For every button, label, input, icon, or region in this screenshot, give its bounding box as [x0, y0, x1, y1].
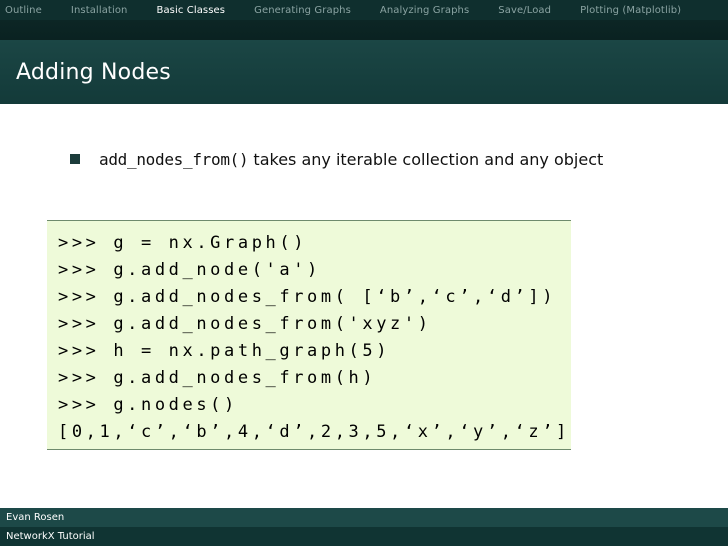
nav-item-save-load[interactable]: Save/Load	[498, 5, 551, 16]
bullet-item: add_nodes_from() takes any iterable coll…	[70, 147, 630, 173]
page-title: Adding Nodes	[16, 59, 171, 85]
nav-item-generating-graphs[interactable]: Generating Graphs	[254, 5, 351, 16]
nav-item-outline[interactable]: Outline	[5, 5, 42, 16]
code-line: >>> g.add_node('a')	[58, 260, 321, 280]
footer-short-title: NetworkX Tutorial	[6, 531, 95, 542]
code-line: >>> g.add_nodes_from( [‘b’,‘c’,‘d’])	[58, 287, 557, 307]
code-line: >>> g.nodes()	[58, 395, 238, 415]
bullet-code-function: add_nodes_from()	[99, 150, 249, 169]
code-block: >>> g = nx.Graph() >>> g.add_node('a') >…	[47, 220, 571, 450]
footer-title-bar: NetworkX Tutorial	[0, 527, 728, 546]
footer-author: Evan Rosen	[6, 512, 65, 523]
nav-item-analyzing-graphs[interactable]: Analyzing Graphs	[380, 5, 469, 16]
frame-title-bar: Adding Nodes	[0, 40, 728, 104]
nav-item-basic-classes[interactable]: Basic Classes	[156, 5, 225, 16]
code-line: >>> h = nx.path_graph(5)	[58, 341, 391, 361]
subsection-strip	[0, 20, 728, 40]
code-output-line: [0,1,‘c’,‘b’,4,‘d’,2,3,5,‘x’,‘y’,‘z’]	[58, 422, 570, 442]
nav-item-plotting[interactable]: Plotting (Matplotlib)	[580, 5, 681, 16]
bullet-text: add_nodes_from() takes any iterable coll…	[99, 147, 603, 173]
square-bullet-icon	[70, 154, 80, 164]
nav-item-installation[interactable]: Installation	[71, 5, 128, 16]
code-line: >>> g.add_nodes_from('xyz')	[58, 314, 432, 334]
code-line: >>> g.add_nodes_from(h)	[58, 368, 377, 388]
code-line: >>> g = nx.Graph()	[58, 233, 308, 253]
section-navigation-bar: Outline Installation Basic Classes Gener…	[0, 0, 728, 20]
footer-author-bar: Evan Rosen	[0, 508, 728, 527]
bullet-description: takes any iterable collection and any ob…	[248, 150, 604, 169]
